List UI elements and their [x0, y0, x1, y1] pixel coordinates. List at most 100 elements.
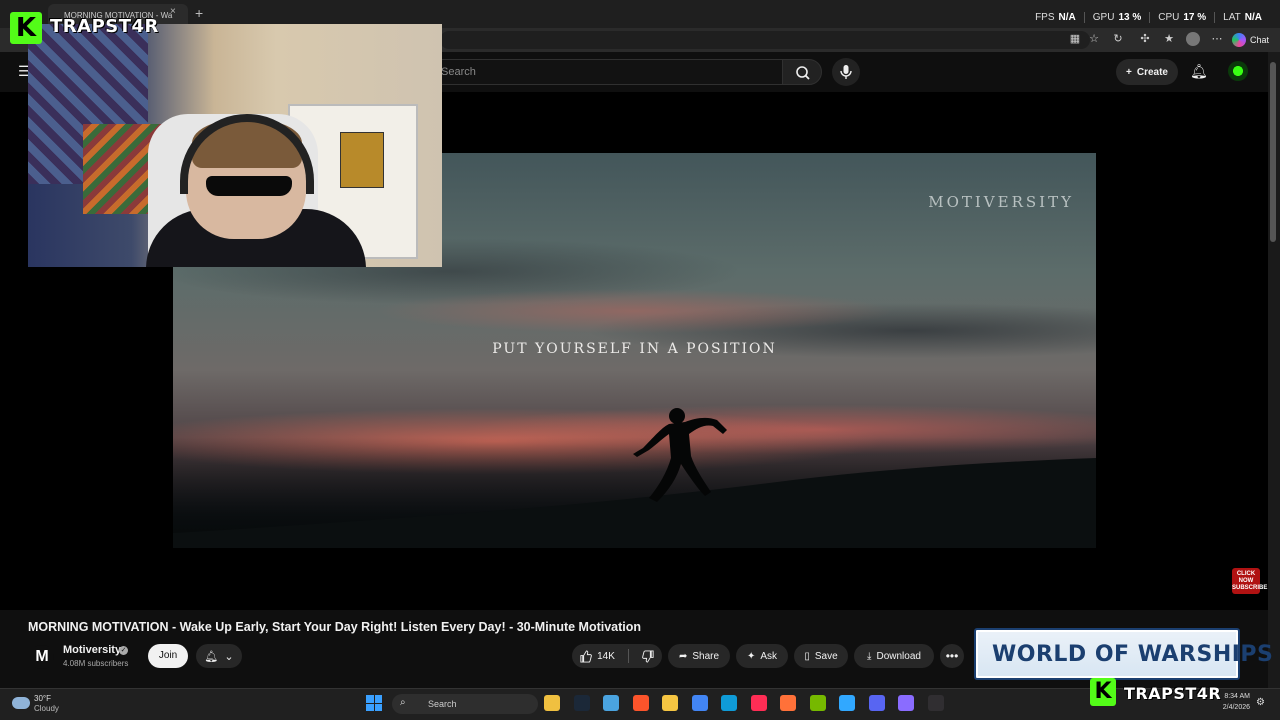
kick-logo-icon: K [10, 12, 42, 44]
search-icon [796, 66, 810, 80]
taskbar-search-icon: ⌕ [400, 697, 406, 708]
subscription-bell-button[interactable]: 🔔︎ ⌄ [196, 644, 242, 668]
chat-label: Chat [1250, 35, 1270, 45]
streamer-name: TRAPST4R [1124, 684, 1222, 703]
sparkle-icon: ✦ [746, 650, 756, 662]
perf-label: CPU [1158, 12, 1180, 23]
download-button[interactable]: ⤓ Download [854, 644, 934, 668]
cloud-icon[interactable] [12, 697, 30, 709]
copilot-chat-button[interactable]: Chat [1232, 31, 1269, 49]
thumbs-down-icon[interactable] [642, 649, 655, 663]
save-button[interactable]: ▯ Save [794, 644, 848, 668]
like-dislike-group: 14K [572, 644, 662, 668]
discord-icon[interactable] [868, 695, 885, 711]
microphone-icon [840, 65, 852, 79]
ask-button[interactable]: ✦ Ask [736, 644, 788, 668]
video-title: MORNING MOTIVATION - Wake Up Early, Star… [28, 620, 642, 634]
performance-overlay: FPS N/A GPU 13 % CPU 17 % LAT N/A [1027, 12, 1270, 23]
capcut-icon[interactable] [750, 695, 767, 711]
bookmark-icon: ▯ [804, 650, 810, 662]
perf-value: N/A [1244, 12, 1262, 23]
scrollbar-thumb[interactable] [1270, 62, 1276, 242]
share-button[interactable]: ➦ Share [668, 644, 730, 668]
more-actions-button[interactable]: ••• [940, 644, 964, 668]
windows-start-icon[interactable] [366, 695, 382, 711]
nvidia-icon[interactable] [809, 695, 826, 711]
tab-close-icon[interactable]: × [170, 6, 176, 17]
subscriber-count: 4.08M subscribers [63, 659, 129, 668]
thumbs-up-icon [580, 649, 592, 663]
obs-icon[interactable] [927, 695, 944, 711]
perf-value: 17 % [1183, 12, 1207, 23]
edge-icon[interactable] [721, 695, 737, 711]
verified-check-icon: ✓ [119, 646, 128, 655]
perf-value: 13 % [1118, 12, 1142, 23]
plus-icon: + [1126, 66, 1132, 78]
like-button[interactable]: 14K [579, 649, 615, 663]
chevron-down-icon: ⌄ [224, 650, 234, 663]
share-label: Share [692, 650, 720, 662]
taskbar-search[interactable]: Search [392, 694, 538, 714]
perf-label: LAT [1223, 12, 1241, 23]
download-icon: ⤓ [867, 650, 872, 662]
more-menu-icon[interactable]: ⋯ [1210, 32, 1224, 46]
weather-temperature[interactable]: 30°F [34, 694, 51, 703]
perf-label: FPS [1035, 12, 1055, 23]
split-screen-icon[interactable]: ▦ [1068, 32, 1082, 46]
perf-lat: LAT N/A [1214, 12, 1270, 23]
perf-gpu: GPU 13 % [1083, 12, 1149, 23]
perf-fps: FPS N/A [1027, 12, 1084, 23]
webcam-overlay [28, 24, 442, 267]
save-label: Save [814, 650, 838, 662]
join-button[interactable]: Join [148, 644, 188, 668]
streamer-name: TRAPST4R [50, 16, 159, 37]
clock-date[interactable]: 2/4/2026 [1210, 704, 1250, 711]
brave-icon[interactable] [632, 695, 649, 711]
ask-label: Ask [760, 650, 778, 662]
notification-center-icon[interactable]: ⚙ [1256, 697, 1265, 708]
chrome-icon[interactable] [691, 695, 708, 711]
copilot-icon [1232, 33, 1246, 47]
ad-content[interactable]: WORLD OF WARSHIPS [978, 632, 1273, 676]
create-label: Create [1136, 66, 1168, 78]
perf-value: N/A [1058, 12, 1076, 23]
steam-icon[interactable] [573, 695, 590, 711]
app-grid-icon[interactable] [898, 695, 914, 711]
ad-text: WORLD OF WARSHIPS [992, 641, 1274, 667]
new-tab-button[interactable]: + [195, 5, 203, 21]
like-count: 14K [597, 650, 615, 662]
channel-name[interactable]: Motiversity [63, 644, 121, 656]
search-button[interactable] [782, 59, 822, 85]
weather-condition[interactable]: Cloudy [34, 704, 59, 713]
share-icon: ➦ [678, 650, 688, 662]
voice-search-button[interactable] [832, 58, 860, 86]
kick-logo-icon: K [1090, 678, 1116, 706]
folder-icon[interactable] [662, 695, 678, 711]
favorites-icon[interactable]: ★ [1162, 32, 1176, 46]
refresh-icon[interactable]: ↻ [1111, 32, 1125, 46]
profile-icon[interactable] [1186, 32, 1200, 46]
webcam-book [340, 132, 384, 188]
clock-time[interactable]: 8:34 AM [1218, 693, 1250, 700]
notepad-icon[interactable] [603, 695, 619, 711]
favorite-star-icon[interactable]: ☆ [1087, 32, 1101, 46]
download-label: Download [876, 650, 921, 662]
file-explorer-icon[interactable] [544, 695, 560, 711]
channel-avatar[interactable]: M [30, 645, 54, 669]
subscribe-watermark-button[interactable]: CLICK NOW SUBSCRIBE [1232, 568, 1267, 594]
bell-icon: 🔔︎ [204, 650, 219, 663]
video-watermark: MOTIVERSITY [928, 193, 1074, 211]
video-caption: PUT YOURSELF IN A POSITION [492, 341, 777, 357]
create-button[interactable]: + Create [1116, 59, 1178, 85]
firefox-icon[interactable] [780, 695, 796, 711]
perf-cpu: CPU 17 % [1149, 12, 1214, 23]
search-input[interactable]: Search [430, 59, 782, 85]
runner-silhouette [633, 408, 727, 502]
like-separator [627, 649, 629, 663]
address-bar[interactable] [440, 31, 1090, 49]
perf-label: GPU [1092, 12, 1115, 23]
photoshop-icon[interactable] [839, 695, 855, 711]
account-avatar[interactable] [1228, 61, 1248, 81]
extensions-icon[interactable]: ✣ [1138, 32, 1152, 46]
notifications-bell-icon[interactable]: 🔔︎ [1190, 63, 1208, 80]
